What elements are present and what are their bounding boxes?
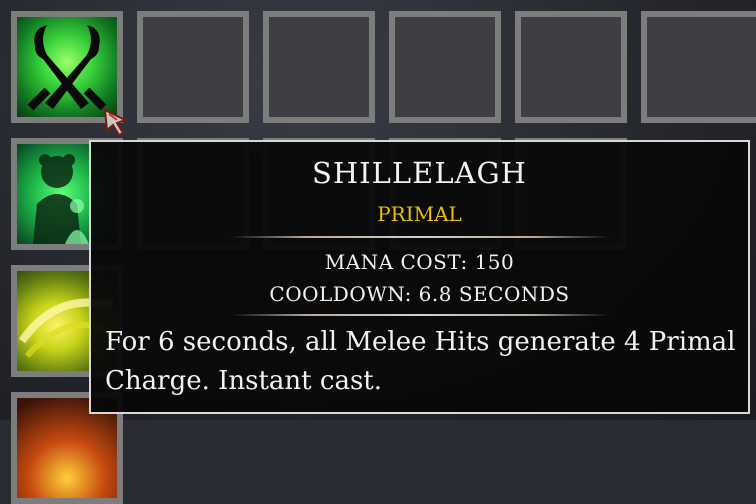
tooltip-title: SHILLELAGH bbox=[312, 156, 527, 190]
tooltip-mana-cost: MANA COST: 150 bbox=[324, 250, 515, 274]
ability-slot-shillelagh[interactable] bbox=[11, 11, 123, 123]
ability-slot-empty[interactable] bbox=[389, 11, 501, 123]
tooltip-category: PRIMAL bbox=[377, 202, 462, 226]
tooltip-description: For 6 seconds, all Melee Hits generate 4… bbox=[105, 327, 736, 396]
mouse-cursor-icon bbox=[103, 108, 129, 137]
ability-slot-empty[interactable] bbox=[137, 11, 249, 123]
ability-slot-empty[interactable] bbox=[515, 11, 627, 123]
tooltip-cooldown: COOLDOWN: 6.8 SECONDS bbox=[269, 282, 570, 306]
ability-slot-empty[interactable] bbox=[263, 11, 375, 123]
tooltip-divider bbox=[231, 236, 609, 238]
tooltip-divider bbox=[231, 314, 609, 316]
ability-tooltip: SHILLELAGH PRIMAL MANA COST: 150 COOLDOW… bbox=[89, 140, 750, 414]
shillelagh-crossed-clubs-icon bbox=[17, 17, 117, 117]
ability-slot-empty[interactable] bbox=[641, 11, 756, 123]
